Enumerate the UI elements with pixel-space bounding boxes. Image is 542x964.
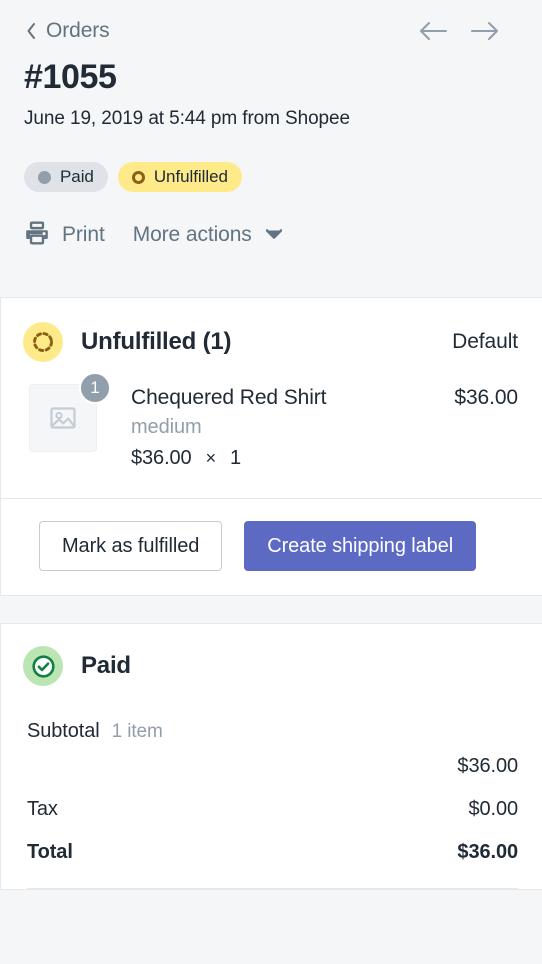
hollow-ring-icon bbox=[131, 170, 145, 184]
status-badge-paid: Paid bbox=[24, 162, 108, 192]
mark-as-fulfilled-button[interactable]: Mark as fulfilled bbox=[39, 521, 223, 571]
print-button[interactable]: Print bbox=[24, 220, 105, 249]
totals-row-total: Total $36.00 bbox=[27, 841, 518, 864]
line-item-thumb-wrap: 1 bbox=[29, 372, 111, 472]
totals-value-subtotal: $36.00 bbox=[457, 755, 518, 777]
fulfillment-button-row: Mark as fulfilled Create shipping label bbox=[1, 499, 542, 595]
status-badge-unfulfilled-label: Unfulfilled bbox=[153, 167, 228, 186]
line-item: 1 Chequered Red Shirt medium $36.00 × 1 … bbox=[1, 372, 542, 498]
line-item-title[interactable]: Chequered Red Shirt bbox=[131, 384, 442, 412]
card-gap bbox=[0, 596, 542, 623]
printer-icon bbox=[24, 220, 50, 249]
filled-dot-icon bbox=[38, 170, 51, 184]
create-shipping-label-button[interactable]: Create shipping label bbox=[244, 521, 477, 571]
payment-bottom-divider bbox=[27, 888, 518, 889]
check-circle-icon bbox=[23, 646, 63, 686]
payment-card: Paid Subtotal 1 item $36.00 Tax $0.00 To… bbox=[0, 623, 542, 890]
totals-value-total: $36.00 bbox=[457, 841, 518, 863]
page-header: Orders #1055 June 19, 2019 at 5:44 pm fr… bbox=[0, 0, 542, 297]
multiply-symbol: × bbox=[205, 448, 217, 468]
header-actions: Print More actions bbox=[24, 220, 522, 249]
line-item-variant: medium bbox=[131, 416, 202, 438]
totals-label-total: Total bbox=[27, 841, 73, 863]
payment-header: Paid bbox=[1, 624, 542, 706]
arrow-right-icon[interactable] bbox=[470, 20, 500, 42]
totals-row-tax: Tax $0.00 bbox=[27, 798, 518, 821]
breadcrumb-label: Orders bbox=[46, 19, 110, 42]
totals-row-subtotal: Subtotal 1 item $36.00 bbox=[27, 720, 518, 778]
order-meta: June 19, 2019 at 5:44 pm from Shopee bbox=[24, 108, 350, 129]
totals-value-tax: $0.00 bbox=[468, 798, 518, 820]
more-actions-button[interactable]: More actions bbox=[132, 222, 283, 247]
chevron-left-icon bbox=[24, 21, 38, 41]
fulfillment-header: Unfulfilled (1) Default bbox=[1, 298, 542, 384]
line-item-total: $36.00 bbox=[454, 386, 518, 409]
print-button-label: Print bbox=[62, 222, 105, 246]
line-item-quantity-badge: 1 bbox=[79, 372, 111, 404]
more-actions-label: More actions bbox=[132, 222, 252, 246]
fulfillment-location: Default bbox=[452, 330, 518, 353]
totals-note-subtotal: 1 item bbox=[111, 721, 163, 742]
order-detail-page: Orders #1055 June 19, 2019 at 5:44 pm fr… bbox=[0, 0, 542, 964]
line-item-info: Chequered Red Shirt medium $36.00 × 1 bbox=[131, 384, 442, 472]
breadcrumb-orders-link[interactable]: Orders bbox=[24, 19, 110, 43]
arrow-left-icon[interactable] bbox=[418, 20, 448, 42]
status-badges: Paid Unfulfilled bbox=[24, 162, 522, 192]
payment-title: Paid bbox=[81, 652, 131, 679]
order-nav-arrows bbox=[418, 20, 522, 42]
fulfillment-title: Unfulfilled (1) bbox=[81, 328, 232, 355]
line-item-quantity: 1 bbox=[230, 447, 242, 469]
totals-label-tax: Tax bbox=[27, 798, 58, 820]
fulfillment-card: Unfulfilled (1) Default 1 Chequered Red … bbox=[0, 297, 542, 596]
status-badge-paid-label: Paid bbox=[60, 167, 94, 186]
line-item-unit-price: $36.00 bbox=[131, 447, 192, 469]
breadcrumb-row: Orders bbox=[24, 14, 522, 48]
caret-down-icon bbox=[265, 227, 283, 242]
status-badge-unfulfilled: Unfulfilled bbox=[117, 162, 242, 192]
line-item-price-quantity: $36.00 × 1 bbox=[131, 444, 442, 472]
payment-totals: Subtotal 1 item $36.00 Tax $0.00 Total $… bbox=[1, 706, 542, 864]
dashed-circle-icon bbox=[23, 322, 63, 362]
page-title: #1055 bbox=[24, 58, 117, 96]
totals-label-subtotal: Subtotal bbox=[27, 720, 100, 742]
